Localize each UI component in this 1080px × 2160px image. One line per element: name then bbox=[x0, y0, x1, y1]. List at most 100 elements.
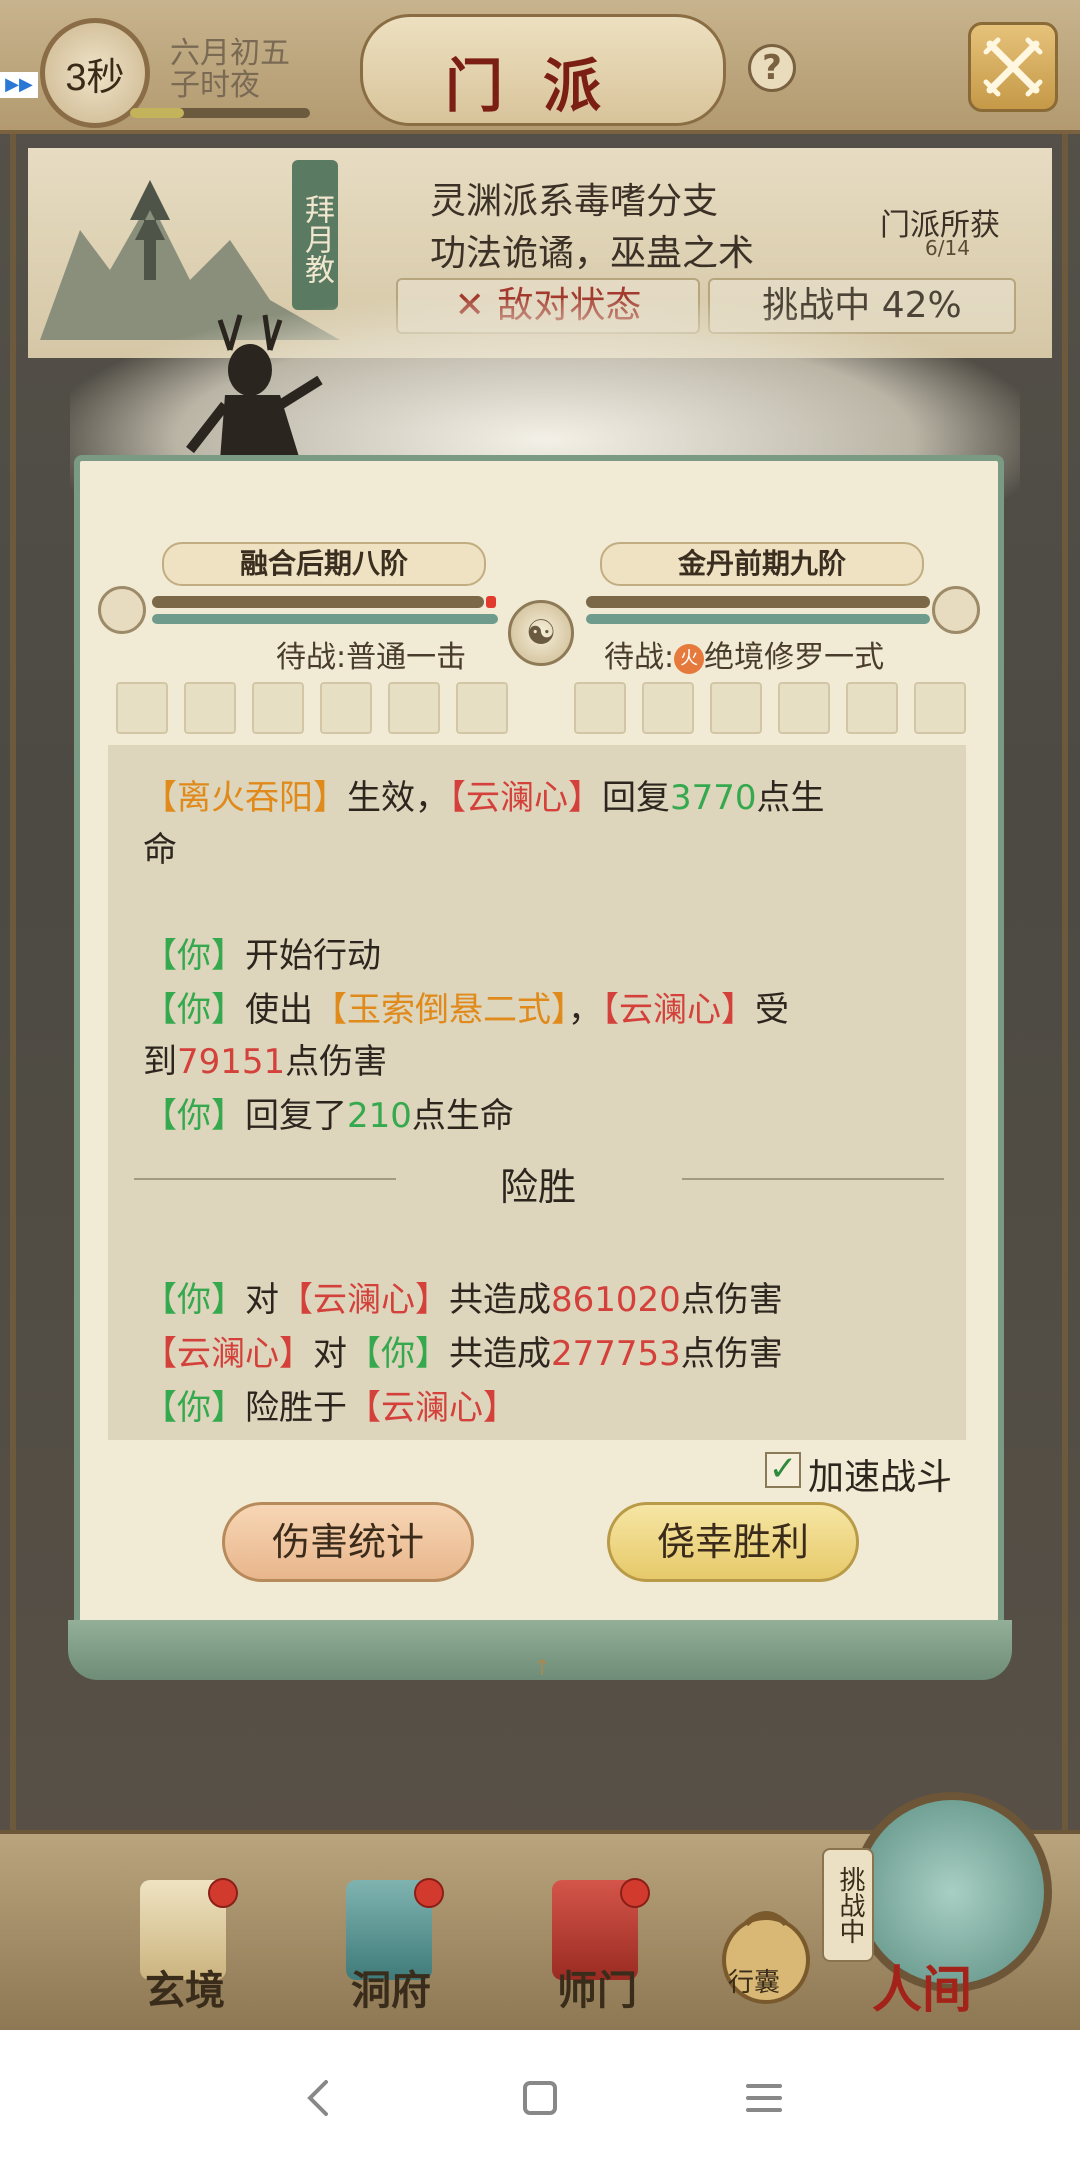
speed-battle-checkbox[interactable]: ✓ bbox=[765, 1452, 801, 1488]
nav-label: 洞府 bbox=[351, 1967, 431, 2014]
page-title: 门派 bbox=[444, 52, 641, 120]
enemy-stance-skill: 绝境修罗一式 bbox=[704, 640, 885, 675]
scroll-pin-icon: ↑ bbox=[533, 1656, 552, 1681]
enemy-name: 【云澜心】 bbox=[449, 778, 602, 818]
log-text: 使出 bbox=[245, 990, 313, 1030]
enemy-avatar[interactable] bbox=[932, 586, 980, 634]
enemy-name: 【云澜心】 bbox=[143, 1334, 313, 1374]
enemy-name: 【云澜心】 bbox=[279, 1280, 449, 1320]
log-line: 【你】险胜于【云澜心】 bbox=[143, 1380, 517, 1429]
fire-element-icon: 火 bbox=[674, 643, 705, 674]
bag-label: 行囊 bbox=[728, 1968, 781, 1998]
notification-dot bbox=[208, 1878, 238, 1908]
player-name: 【你】 bbox=[143, 936, 245, 976]
sect-description-line2: 功法诡谲，巫蛊之术 bbox=[430, 233, 755, 274]
player-name: 【你】 bbox=[143, 1096, 245, 1136]
player-skill-slot bbox=[116, 682, 168, 734]
nav-label: 玄境 bbox=[145, 1967, 225, 2014]
heal-value: 210 bbox=[347, 1096, 412, 1136]
log-text: 开始行动 bbox=[245, 936, 381, 976]
home-icon[interactable] bbox=[512, 2070, 568, 2126]
enemy-skill-slot bbox=[846, 682, 898, 734]
log-text: 点生命 bbox=[411, 1096, 514, 1136]
damage-value: 861020 bbox=[551, 1280, 681, 1320]
sect-reward-count: 6/14 bbox=[925, 236, 970, 260]
enemy-hp-bar bbox=[586, 596, 930, 608]
log-text: 点伤害 bbox=[680, 1280, 783, 1320]
enemy-skill-slot bbox=[914, 682, 966, 734]
nav-item-dongfu[interactable]: 洞府 bbox=[316, 1870, 466, 2020]
log-line: 【你】对【云澜心】共造成861020点伤害 bbox=[143, 1272, 783, 1321]
enemy-skill-slot bbox=[642, 682, 694, 734]
skill-name: 【玉索倒悬二式】 bbox=[313, 990, 568, 1030]
world-label[interactable]: 人间 bbox=[872, 1950, 972, 2022]
log-text: 到 bbox=[143, 1042, 177, 1082]
notification-dot bbox=[414, 1878, 444, 1908]
log-text: 点伤害 bbox=[680, 1334, 783, 1374]
enemy-skill-slot bbox=[574, 682, 626, 734]
player-name: 【你】 bbox=[143, 1280, 245, 1320]
nav-label: 师门 bbox=[557, 1967, 637, 2014]
sect-badge: 拜月教 bbox=[292, 160, 338, 310]
log-text: ， bbox=[568, 990, 602, 1030]
enemy-energy-bar bbox=[586, 614, 930, 624]
time-progress-bar bbox=[130, 108, 310, 118]
log-line: 【离火吞阳】生效，【云澜心】回复3770点生 bbox=[143, 770, 825, 819]
crossed-swords-icon bbox=[983, 37, 1043, 97]
speed-battle-label[interactable]: 加速战斗 bbox=[808, 1448, 952, 1500]
fast-forward-icon[interactable]: ▶▶ bbox=[0, 72, 38, 98]
damage-stats-button[interactable]: 伤害统计 bbox=[222, 1502, 474, 1582]
enemy-stance-prefix: 待战: bbox=[604, 640, 675, 675]
title-plate: 门派 bbox=[360, 14, 726, 126]
game-screen: 3秒 六月初五 子时夜 门派 ? ▶▶ 拜月教 灵渊派系毒嗜分支 功法诡谲，巫蛊… bbox=[0, 0, 1080, 2030]
log-line: 到79151点伤害 bbox=[143, 1034, 387, 1083]
heal-value: 3770 bbox=[670, 778, 757, 818]
player-avatar[interactable] bbox=[98, 586, 146, 634]
enemy-skill-slot bbox=[778, 682, 830, 734]
log-text: 对 bbox=[313, 1334, 347, 1374]
log-line: 【云澜心】对【你】共造成277753点伤害 bbox=[143, 1326, 783, 1375]
player-skill-slot bbox=[388, 682, 440, 734]
log-text: 生效， bbox=[347, 778, 449, 818]
player-skill-slot bbox=[252, 682, 304, 734]
log-line: 【你】回复了210点生命 bbox=[143, 1088, 514, 1137]
damage-value: 277753 bbox=[551, 1334, 681, 1374]
skill-name: 【离火吞阳】 bbox=[143, 778, 347, 818]
help-button[interactable]: ? bbox=[748, 44, 796, 92]
nav-item-xuanjing[interactable]: 玄境 bbox=[110, 1870, 260, 2020]
log-text: 点伤害 bbox=[285, 1042, 388, 1082]
log-text: 回复了 bbox=[245, 1096, 347, 1136]
player-skill-slot bbox=[456, 682, 508, 734]
player-name: 【你】 bbox=[347, 1334, 449, 1374]
victory-button[interactable]: 侥幸胜利 bbox=[607, 1502, 859, 1582]
yin-yang-emblem-icon: ☯ bbox=[508, 600, 574, 666]
player-name: 【你】 bbox=[143, 1388, 245, 1428]
player-stance: 待战:普通一击 bbox=[276, 640, 467, 675]
enemy-skill-slot bbox=[710, 682, 762, 734]
nav-item-shimen[interactable]: 师门 bbox=[522, 1870, 672, 2020]
challenging-tag: 挑战中 bbox=[822, 1848, 874, 1962]
log-text: 共造成 bbox=[449, 1334, 551, 1374]
enemy-stance: 待战: 火绝境修罗一式 bbox=[604, 632, 884, 676]
log-text: 对 bbox=[245, 1280, 279, 1320]
log-text: 命 bbox=[143, 830, 177, 870]
player-name: 【你】 bbox=[143, 990, 245, 1030]
menu-icon[interactable] bbox=[736, 2070, 792, 2126]
close-button[interactable] bbox=[968, 22, 1058, 112]
player-hp-bar bbox=[152, 596, 484, 608]
log-text: 受 bbox=[755, 990, 789, 1030]
log-text: 险胜于 bbox=[245, 1388, 347, 1428]
enemy-rank: 金丹前期九阶 bbox=[600, 542, 924, 586]
enemy-name: 【云澜心】 bbox=[347, 1388, 517, 1428]
back-icon[interactable] bbox=[292, 2070, 348, 2126]
log-line: 命 bbox=[143, 822, 177, 871]
player-skill-slot bbox=[184, 682, 236, 734]
log-line: 【你】开始行动 bbox=[143, 928, 381, 977]
divider-line bbox=[682, 1178, 944, 1180]
player-rank: 融合后期八阶 bbox=[162, 542, 486, 586]
damage-value: 79151 bbox=[177, 1042, 286, 1082]
game-time: 子时夜 bbox=[170, 68, 260, 103]
log-text: 共造成 bbox=[449, 1280, 551, 1320]
log-text: 回复 bbox=[602, 778, 670, 818]
player-skill-slot bbox=[320, 682, 372, 734]
